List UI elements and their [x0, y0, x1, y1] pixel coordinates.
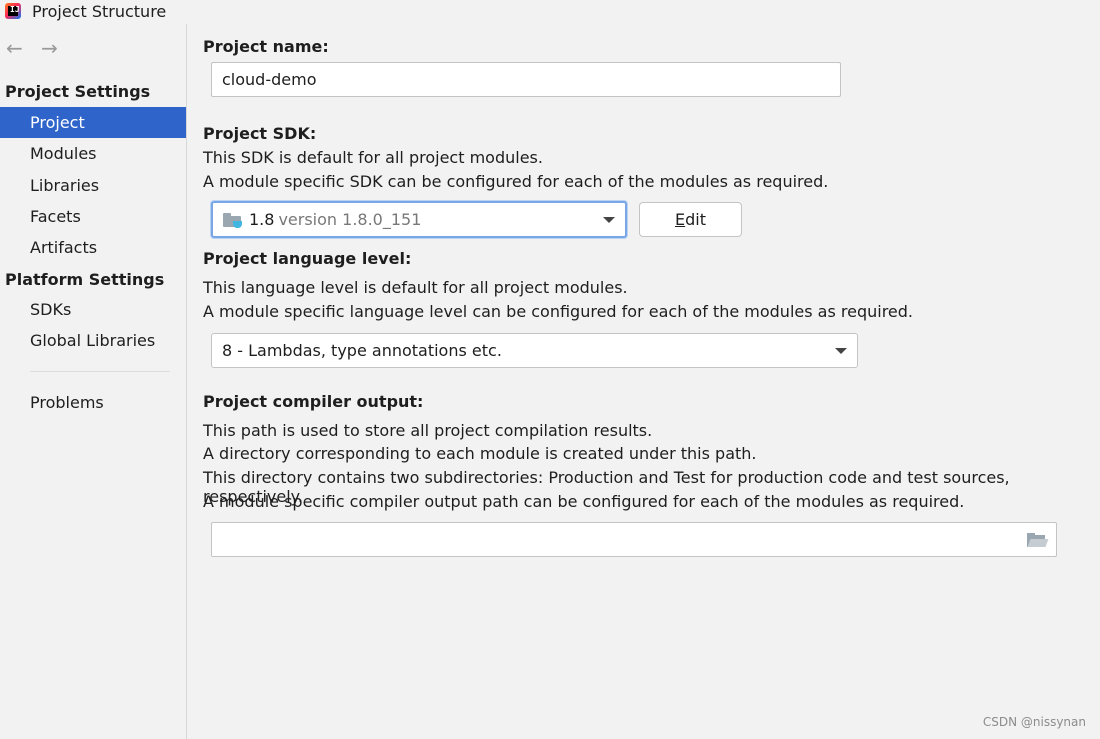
sidebar-item-artifacts[interactable]: Artifacts	[0, 232, 186, 263]
edit-sdk-button[interactable]: Edit	[639, 202, 742, 237]
intellij-app-icon: IJ	[5, 3, 21, 19]
project-settings-panel: Project name: Project SDK: This SDK is d…	[188, 24, 1100, 739]
project-sdk-label: Project SDK:	[203, 124, 317, 143]
compiler-output-description-2: A directory corresponding to each module…	[203, 444, 757, 463]
sdk-name: 1.8	[249, 210, 275, 229]
project-name-label: Project name:	[203, 37, 329, 56]
compiler-output-description-4: A module specific compiler output path c…	[203, 492, 965, 511]
chevron-down-icon	[835, 347, 847, 354]
language-level-description-2: A module specific language level can be …	[203, 302, 913, 321]
language-level-description-1: This language level is default for all p…	[203, 278, 628, 297]
compiler-output-description-1: This path is used to store all project c…	[203, 421, 653, 440]
sidebar-item-problems[interactable]: Problems	[0, 387, 186, 418]
jdk-folder-icon	[223, 212, 243, 228]
forward-arrow-icon[interactable]: →	[41, 36, 58, 60]
sdk-version: version 1.8.0_151	[278, 210, 422, 229]
compiler-output-path-input[interactable]	[222, 530, 1056, 549]
folder-browse-icon[interactable]	[1026, 532, 1049, 548]
sidebar-item-global-libraries[interactable]: Global Libraries	[0, 325, 186, 356]
sidebar-item-sdks[interactable]: SDKs	[0, 294, 186, 325]
project-name-field[interactable]	[211, 62, 841, 97]
title-bar: IJ Project Structure	[0, 0, 1100, 24]
sidebar-separator	[30, 371, 170, 372]
navigation-arrows: ← →	[6, 36, 70, 60]
sidebar-item-facets[interactable]: Facets	[0, 201, 186, 232]
platform-settings-header: Platform Settings	[5, 270, 165, 289]
back-arrow-icon[interactable]: ←	[6, 36, 23, 60]
chevron-down-icon	[603, 216, 615, 223]
edit-button-mnemonic: E	[675, 210, 686, 229]
project-sdk-dropdown[interactable]: 1.8 version 1.8.0_151	[211, 201, 627, 238]
project-name-input[interactable]	[222, 70, 840, 89]
project-settings-header: Project Settings	[5, 82, 151, 101]
language-level-label: Project language level:	[203, 249, 412, 268]
window-title: Project Structure	[32, 2, 167, 21]
language-level-dropdown[interactable]: 8 - Lambdas, type annotations etc.	[211, 333, 858, 368]
watermark: CSDN @nissynan	[982, 715, 1086, 729]
language-level-value: 8 - Lambdas, type annotations etc.	[222, 341, 502, 360]
project-sdk-description-1: This SDK is default for all project modu…	[203, 148, 543, 167]
sidebar-item-libraries[interactable]: Libraries	[0, 170, 186, 201]
edit-button-label: dit	[685, 210, 706, 229]
sidebar: ← → Project Settings Project Modules Lib…	[0, 24, 187, 739]
compiler-output-path-field[interactable]	[211, 522, 1057, 557]
sidebar-item-project[interactable]: Project	[0, 107, 186, 138]
project-sdk-description-2: A module specific SDK can be configured …	[203, 172, 829, 191]
sidebar-item-modules[interactable]: Modules	[0, 138, 186, 169]
compiler-output-label: Project compiler output:	[203, 392, 424, 411]
